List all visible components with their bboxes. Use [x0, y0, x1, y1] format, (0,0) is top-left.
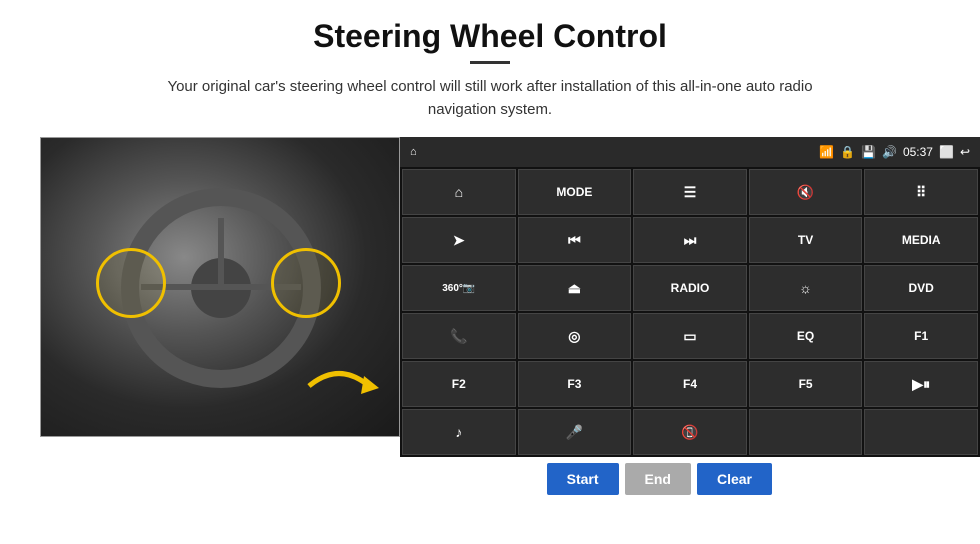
cell-mute[interactable]: 🔇 [749, 169, 863, 215]
home-icon: ⌂ [455, 184, 463, 200]
phone-icon: 📞 [450, 328, 467, 345]
nav-icon: ➤ [453, 232, 465, 249]
mute-icon: 🔇 [797, 184, 814, 201]
title-divider [470, 61, 510, 64]
cell-media[interactable]: MEDIA [864, 217, 978, 263]
prev-icon: ⏮ [568, 232, 581, 249]
cell-swipe[interactable]: ◎ [518, 313, 632, 359]
cell-apps[interactable]: ⠿ [864, 169, 978, 215]
cell-360cam[interactable]: 360°📷 [402, 265, 516, 311]
cell-empty2 [864, 409, 978, 455]
cell-list[interactable]: ☰ [633, 169, 747, 215]
mic-icon: 🎤 [566, 424, 583, 441]
cell-hangup[interactable]: 📵 [633, 409, 747, 455]
status-bar: ⌂ 📶 🔒 💾 🔊 05:37 ⬜ ↩ [400, 137, 980, 167]
bottom-bar: Start End Clear [200, 457, 780, 501]
cell-nav[interactable]: ➤ [402, 217, 516, 263]
status-left: ⌂ [410, 146, 417, 158]
cell-dvd[interactable]: DVD [864, 265, 978, 311]
arrow-icon [299, 356, 379, 416]
cell-f5[interactable]: F5 [749, 361, 863, 407]
cell-f1[interactable]: F1 [864, 313, 978, 359]
control-grid: ⌂ MODE ☰ 🔇 ⠿ ➤ ⏮ ⏭ TV MEDIA 360°📷 ⏏ RADI… [400, 167, 980, 457]
cam360-icon: 360°📷 [442, 283, 475, 294]
cell-next[interactable]: ⏭ [633, 217, 747, 263]
wifi-icon: 📶 [819, 145, 834, 159]
time-display: 05:37 [903, 145, 933, 159]
cell-prev[interactable]: ⏮ [518, 217, 632, 263]
eject-icon: ⏏ [568, 280, 581, 297]
list-icon: ☰ [684, 184, 697, 201]
screen-icon: ⬜ [939, 145, 954, 159]
cell-phone[interactable]: 📞 [402, 313, 516, 359]
cell-eq[interactable]: EQ [749, 313, 863, 359]
playpause-icon: ▶⏸ [912, 376, 930, 393]
clear-button[interactable]: Clear [697, 463, 772, 495]
apps-icon: ⠿ [916, 184, 926, 201]
cell-brightness[interactable]: ☼ [749, 265, 863, 311]
cell-mic[interactable]: 🎤 [518, 409, 632, 455]
music-icon: ♪ [455, 424, 462, 440]
status-right: 📶 🔒 💾 🔊 05:37 ⬜ ↩ [819, 145, 970, 159]
bt-icon: 🔊 [882, 145, 897, 159]
cell-music[interactable]: ♪ [402, 409, 516, 455]
start-button[interactable]: Start [547, 463, 619, 495]
cell-f3[interactable]: F3 [518, 361, 632, 407]
sd-icon: 💾 [861, 145, 876, 159]
cell-tv[interactable]: TV [749, 217, 863, 263]
cell-rect[interactable]: ▭ [633, 313, 747, 359]
cell-empty1 [749, 409, 863, 455]
cell-mode[interactable]: MODE [518, 169, 632, 215]
brightness-icon: ☼ [799, 280, 812, 296]
cell-playpause[interactable]: ▶⏸ [864, 361, 978, 407]
page-title: Steering Wheel Control [313, 18, 667, 55]
next-icon: ⏭ [684, 232, 697, 249]
cell-radio[interactable]: RADIO [633, 265, 747, 311]
hangup-icon: 📵 [681, 424, 698, 441]
page-subtitle: Your original car's steering wheel contr… [150, 76, 830, 121]
cell-home[interactable]: ⌂ [402, 169, 516, 215]
head-unit-panel: ⌂ 📶 🔒 💾 🔊 05:37 ⬜ ↩ ⌂ MODE ☰ 🔇 [400, 137, 980, 457]
end-button[interactable]: End [625, 463, 691, 495]
home-status-icon: ⌂ [410, 146, 417, 158]
cell-f2[interactable]: F2 [402, 361, 516, 407]
rect-icon: ▭ [683, 328, 696, 345]
steering-wheel-image [40, 137, 400, 437]
back-icon: ↩ [960, 145, 970, 159]
cell-eject[interactable]: ⏏ [518, 265, 632, 311]
lock-icon: 🔒 [840, 145, 855, 159]
cell-f4[interactable]: F4 [633, 361, 747, 407]
swipe-icon: ◎ [568, 328, 580, 345]
